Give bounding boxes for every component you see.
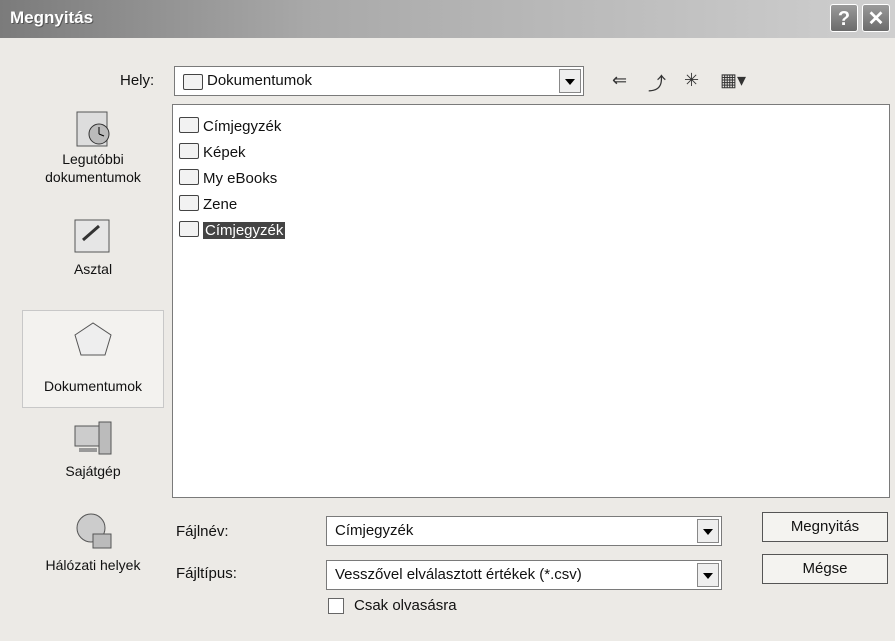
chevron-down-icon[interactable]: [697, 519, 719, 543]
readonly-checkbox[interactable]: [328, 598, 344, 614]
open-button[interactable]: Megnyitás: [762, 512, 888, 542]
recent-documents-icon: [69, 104, 117, 150]
filetype-value: Vesszővel elválasztott értékek (*.csv): [335, 566, 582, 583]
location-dropdown[interactable]: Dokumentumok: [174, 66, 584, 96]
place-recent[interactable]: Legutóbbi dokumentumok: [22, 104, 164, 186]
cancel-button[interactable]: Mégse: [762, 554, 888, 584]
desktop-icon: [69, 214, 117, 260]
new-folder-icon[interactable]: ✳: [684, 70, 699, 91]
up-folder-icon[interactable]: ⤴: [648, 70, 666, 96]
place-label: Legutóbbi dokumentumok: [45, 151, 141, 185]
close-button[interactable]: ✕: [862, 4, 890, 32]
computer-icon: [69, 416, 117, 462]
place-computer[interactable]: Sajátgép: [22, 416, 164, 480]
open-dialog: Megnyitás ? ✕ Hely: Dokumentumok ⇐ ⤴ ✳ ▦…: [0, 0, 895, 641]
pictures-folder-icon: [179, 143, 199, 159]
place-desktop[interactable]: Asztal: [22, 214, 164, 278]
place-label: Hálózati helyek: [45, 557, 141, 573]
place-documents[interactable]: Dokumentumok: [22, 310, 164, 408]
filename-label: Fájlnév:: [176, 523, 229, 540]
music-folder-icon: [179, 195, 199, 211]
folder-icon: [179, 169, 199, 185]
filename-value: Címjegyzék: [335, 522, 414, 539]
folder-icon: [183, 74, 203, 90]
title-bar[interactable]: Megnyitás ? ✕: [0, 0, 895, 38]
filetype-label: Fájltípus:: [176, 565, 237, 582]
list-item[interactable]: Zene: [179, 195, 237, 217]
file-name: My eBooks: [203, 170, 278, 187]
list-item[interactable]: Címjegyzék: [179, 221, 286, 243]
place-label: Sajátgép: [65, 463, 121, 479]
view-menu-icon[interactable]: ▦▾: [720, 70, 746, 91]
place-label: Dokumentumok: [43, 378, 143, 394]
list-item[interactable]: Képek: [179, 143, 246, 165]
file-name: Címjegyzék: [203, 118, 282, 135]
file-name-selected: Címjegyzék: [203, 222, 286, 239]
places-bar: Legutóbbi dokumentumok Asztal Dokumentum…: [22, 104, 164, 616]
help-button[interactable]: ?: [830, 4, 858, 32]
place-network[interactable]: Hálózati helyek: [22, 510, 164, 574]
readonly-label: Csak olvasásra: [354, 597, 457, 614]
file-name: Zene: [203, 196, 238, 213]
list-item[interactable]: My eBooks: [179, 169, 277, 191]
dialog-title: Megnyitás: [10, 8, 94, 27]
location-value: Dokumentumok: [207, 72, 313, 89]
list-item[interactable]: Címjegyzék: [179, 117, 281, 139]
folder-icon: [179, 117, 199, 133]
file-name: Képek: [203, 144, 246, 161]
csv-file-icon: [179, 221, 199, 237]
back-arrow-icon[interactable]: ⇐: [612, 70, 627, 91]
filetype-select[interactable]: Vesszővel elválasztott értékek (*.csv): [326, 560, 722, 590]
documents-icon: [69, 315, 117, 361]
chevron-down-icon[interactable]: [697, 563, 719, 587]
file-list[interactable]: Címjegyzék Képek My eBooks Zene Címjegyz…: [172, 104, 890, 498]
place-label: Asztal: [73, 261, 113, 277]
filename-input[interactable]: Címjegyzék: [326, 516, 722, 546]
chevron-down-icon[interactable]: [559, 69, 581, 93]
location-label: Hely:: [120, 72, 155, 89]
network-icon: [69, 510, 117, 556]
